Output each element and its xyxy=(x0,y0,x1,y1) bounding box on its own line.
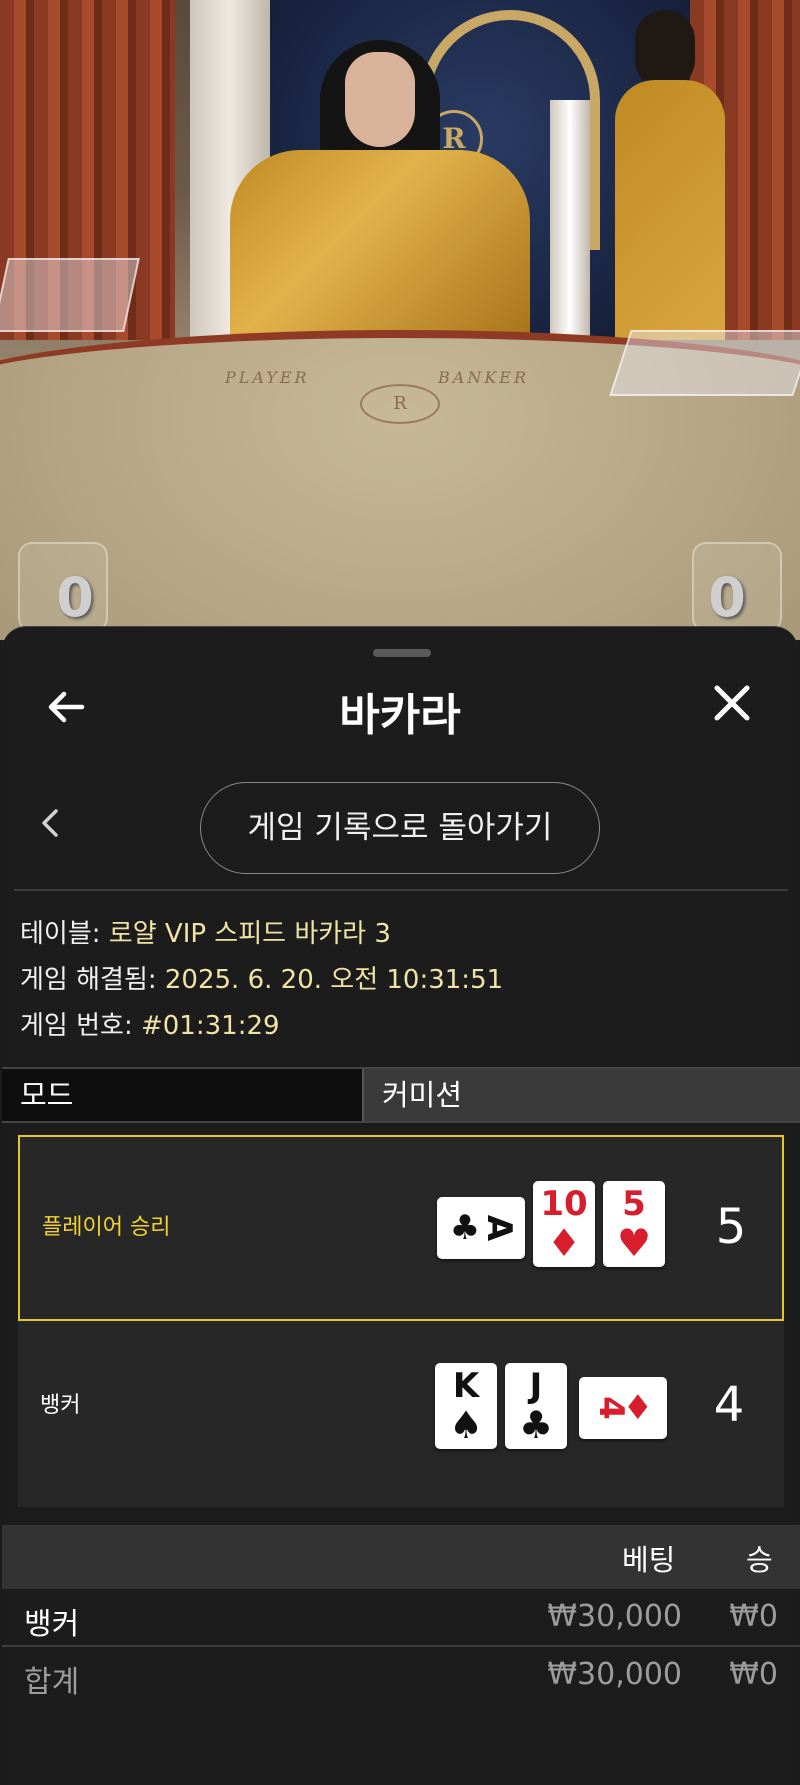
table-info-label: 테이블: xyxy=(20,919,101,949)
card-rank: K xyxy=(452,1366,480,1406)
card-shoe-left xyxy=(0,258,140,332)
banker-result-label: 뱅커 xyxy=(40,1393,81,1418)
playing-card: 10 ♦ xyxy=(533,1181,595,1267)
game-detail-panel: 바카라 게임 기록으로 돌아가기 테이블: 로얄 VIP 스피드 바카라 3 게… xyxy=(2,626,800,1785)
felt-logo: R xyxy=(360,384,440,424)
table-info: 테이블: 로얄 VIP 스피드 바카라 3 xyxy=(20,913,391,950)
card-suit: ♣ xyxy=(518,1403,554,1447)
card-rank: A xyxy=(479,1214,520,1242)
total-bet-amount: ₩30,000 xyxy=(547,1657,682,1692)
bet-column-header: 베팅 xyxy=(622,1543,676,1577)
playing-card: K ♠ xyxy=(435,1363,497,1449)
divider xyxy=(14,889,788,891)
total-label: 합계 xyxy=(24,1665,80,1700)
pillar-middle xyxy=(550,100,590,340)
player-score-box: 0 xyxy=(18,542,108,632)
drag-handle[interactable] xyxy=(373,649,431,657)
card-rank: 10 xyxy=(540,1184,588,1224)
card-rank: 4 xyxy=(590,1396,631,1420)
card-suit: ♠ xyxy=(448,1403,484,1447)
bet-name: 뱅커 xyxy=(24,1607,80,1642)
resolved-info: 게임 해결됨: 2025. 6. 20. 오전 10:31:51 xyxy=(20,959,503,996)
close-icon[interactable] xyxy=(706,681,758,733)
game-number-label: 게임 번호: xyxy=(20,1011,133,1041)
dealer-face xyxy=(345,52,415,147)
player-result-row: 플레이어 승리 ♣A 10 ♦ 5 ♥ 5 xyxy=(18,1135,784,1321)
card-suit: ♥ xyxy=(616,1221,652,1265)
tab-bar: 모드 커미션 xyxy=(2,1067,800,1123)
playing-card: 5 ♥ xyxy=(603,1181,665,1267)
player-score: 0 xyxy=(56,566,94,629)
playing-card: ♣A xyxy=(437,1197,525,1259)
card-rank: J xyxy=(529,1366,543,1406)
card-rank: 5 xyxy=(622,1184,646,1224)
player-total: 5 xyxy=(715,1199,747,1255)
banker-score: 0 xyxy=(708,566,746,629)
live-video-feed: R PLAYER BANKER R 0 0 xyxy=(0,0,800,640)
banker-total: 4 xyxy=(713,1377,745,1433)
banker-result-row: 뱅커 K ♠ J ♣ 4♦ 4 xyxy=(18,1321,784,1507)
dealer-body xyxy=(230,150,530,340)
card-shoe-right xyxy=(609,330,800,396)
second-dealer-head xyxy=(635,10,695,90)
bets-table-header: 베팅 승 xyxy=(2,1525,800,1589)
resolved-info-value: 2025. 6. 20. 오전 10:31:51 xyxy=(164,965,504,995)
card-suit: ♦ xyxy=(546,1221,582,1265)
page-title: 바카라 xyxy=(339,690,461,741)
playing-card: J ♣ xyxy=(505,1363,567,1449)
win-column-header: 승 xyxy=(746,1543,773,1577)
table-info-value: 로얄 VIP 스피드 바카라 3 xyxy=(108,919,391,949)
bet-amount: ₩30,000 xyxy=(547,1599,682,1634)
game-number-value: #01:31:29 xyxy=(140,1011,280,1041)
felt-banker-text: BANKER xyxy=(438,368,529,387)
table-row: 뱅커 ₩30,000 ₩0 xyxy=(2,1589,800,1645)
total-row: 합계 ₩30,000 ₩0 xyxy=(2,1647,800,1703)
felt-player-text: PLAYER xyxy=(225,368,310,387)
playing-card: 4♦ xyxy=(579,1377,667,1439)
total-win-amount: ₩0 xyxy=(729,1657,778,1692)
win-amount: ₩0 xyxy=(729,1599,778,1634)
back-to-history-button[interactable]: 게임 기록으로 돌아가기 xyxy=(200,782,600,874)
chevron-left-icon[interactable] xyxy=(38,805,70,845)
player-result-label: 플레이어 승리 xyxy=(42,1215,171,1240)
tab-mode[interactable]: 모드 xyxy=(2,1069,362,1121)
resolved-info-label: 게임 해결됨: xyxy=(20,965,157,995)
tab-commission[interactable]: 커미션 xyxy=(362,1069,800,1121)
banker-score-box: 0 xyxy=(692,542,782,632)
second-dealer-body xyxy=(615,80,725,340)
game-number-info: 게임 번호: #01:31:29 xyxy=(20,1005,280,1042)
